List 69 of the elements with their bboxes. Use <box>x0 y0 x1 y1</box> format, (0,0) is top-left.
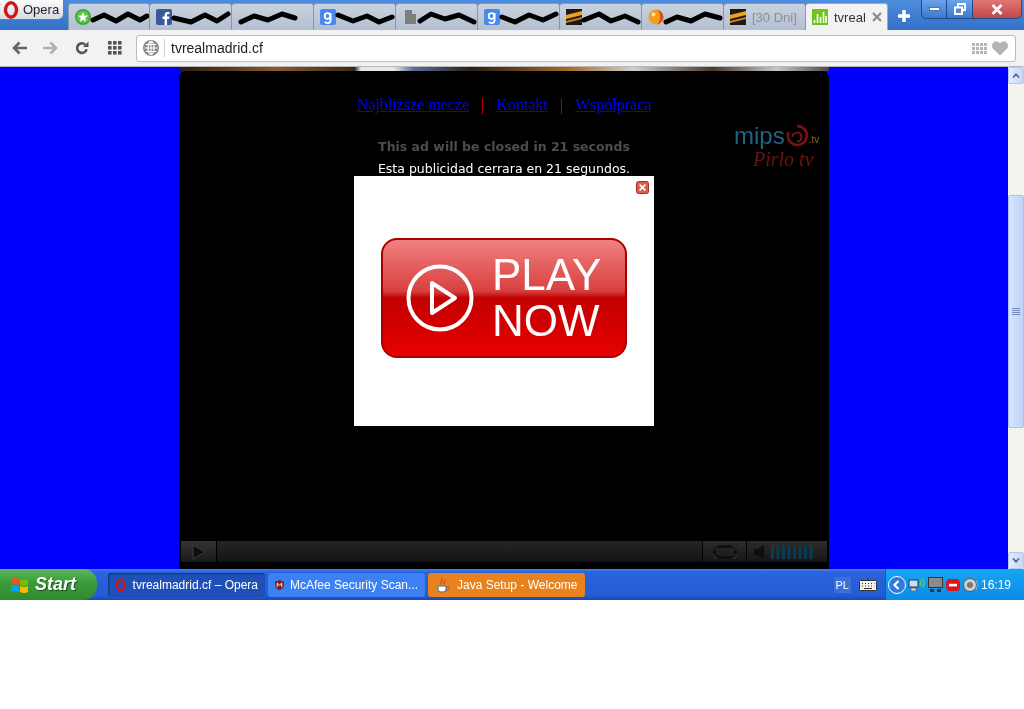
browser-tab[interactable] <box>642 3 724 30</box>
network-icon[interactable] <box>908 576 926 593</box>
windows-flag-icon <box>10 575 30 594</box>
letter-f-icon <box>156 9 172 25</box>
globe-icon <box>143 40 159 56</box>
forward-arrow-icon <box>42 41 58 55</box>
back-arrow-icon <box>12 41 28 55</box>
ball-icon <box>648 9 664 25</box>
close-icon[interactable] <box>871 12 882 22</box>
ad-countdown-text: This ad will be closed in 21 seconds <box>378 139 630 154</box>
restore-button[interactable] <box>947 0 973 19</box>
play-now-button[interactable]: PLAY NOW <box>381 238 627 358</box>
link-separator: | <box>481 96 485 114</box>
browser-tab[interactable] <box>232 3 314 30</box>
minimize-button[interactable] <box>921 0 947 19</box>
restore-icon <box>953 3 966 15</box>
close-button[interactable] <box>973 0 1022 19</box>
logo-text: .tv <box>808 133 820 145</box>
link-separator: | <box>559 96 563 114</box>
swirl-icon <box>785 124 808 148</box>
star-icon <box>75 9 91 25</box>
logo-tagline: Pirlo tv <box>753 148 815 170</box>
browser-tab[interactable] <box>396 3 478 30</box>
chevron-icon[interactable] <box>888 575 906 594</box>
close-icon[interactable] <box>636 181 649 194</box>
logo-text: mips <box>734 123 785 149</box>
fullscreen-icon <box>712 544 737 559</box>
browser-tab[interactable]: [30 Dni] <box>724 3 806 30</box>
clock: 16:19 <box>981 577 1012 592</box>
striped-tile-icon <box>730 9 746 25</box>
play-icon <box>191 543 206 560</box>
nav-link[interactable]: Kontakt <box>496 96 548 114</box>
logo-icon <box>3 0 19 19</box>
browser-tab[interactable] <box>150 3 232 30</box>
language-indicator[interactable]: PL <box>833 576 851 593</box>
grip-lines-icon <box>1012 308 1020 315</box>
scrollbar[interactable] <box>1008 67 1024 569</box>
bars-icon <box>812 9 828 25</box>
grid-icon <box>108 41 122 55</box>
browser-tab[interactable] <box>314 3 396 30</box>
scroll-down-button[interactable] <box>1008 552 1024 569</box>
disc-icon[interactable] <box>963 576 979 593</box>
letter-g-icon <box>484 9 500 25</box>
plus-icon <box>897 9 911 23</box>
cup-icon <box>435 576 451 593</box>
browser-tab[interactable] <box>68 3 150 30</box>
close-icon <box>991 3 1003 15</box>
letter-g-icon <box>320 9 336 25</box>
keyboard-icon[interactable] <box>859 578 877 591</box>
menu-button[interactable]: Opera <box>0 0 64 20</box>
taskbar-button[interactable]: tvrealmadrid.cf – Opera <box>108 572 265 597</box>
browser-tab[interactable]: tvreal <box>806 3 888 30</box>
minimize-icon <box>928 7 940 11</box>
nav-link[interactable]: Najbliższe mecze <box>356 96 469 114</box>
reload-icon <box>75 41 89 55</box>
browser-tab[interactable] <box>478 3 560 30</box>
play-icon <box>405 263 475 333</box>
nav-link[interactable]: Współpraca <box>574 96 652 114</box>
document-icon <box>402 9 418 25</box>
scroll-thumb[interactable] <box>1008 195 1024 428</box>
start-button[interactable]: Start <box>0 569 97 600</box>
no-entry-icon[interactable] <box>945 577 961 592</box>
striped-tile-icon <box>566 9 582 25</box>
taskbar-button[interactable]: McAfee Security Scan... <box>268 572 425 597</box>
taskbar-button[interactable]: Java Setup - Welcome <box>428 572 585 597</box>
browser-tab[interactable] <box>560 3 642 30</box>
monitor-icon[interactable] <box>928 576 943 593</box>
scroll-up-button[interactable] <box>1008 67 1024 84</box>
ad-countdown-text: Esta publicidad cerrara en 21 segundos. <box>377 161 631 176</box>
